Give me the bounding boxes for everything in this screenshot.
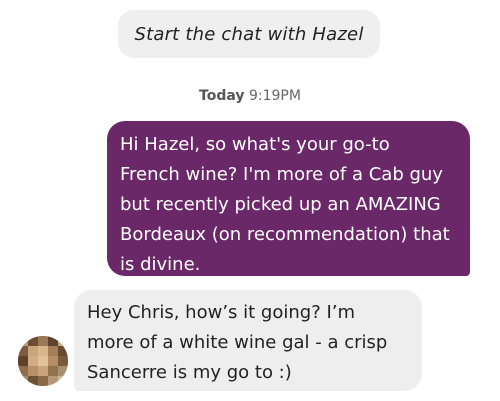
outgoing-message-bubble[interactable]: Hi Hazel, so what's your go-to French wi… [107,121,470,276]
chat-thread: Start the chat with Hazel Today 9:19PM H… [0,0,500,401]
start-chat-prompt[interactable]: Start the chat with Hazel [118,10,380,58]
avatar-image [18,336,68,386]
message-timestamp: Today 9:19PM [0,88,500,104]
timestamp-time: 9:19PM [248,88,301,104]
hazel-avatar[interactable] [18,336,68,386]
incoming-message-bubble[interactable]: Hey Chris, how’s it going? I’m more of a… [74,290,422,391]
timestamp-day: Today [199,88,245,104]
